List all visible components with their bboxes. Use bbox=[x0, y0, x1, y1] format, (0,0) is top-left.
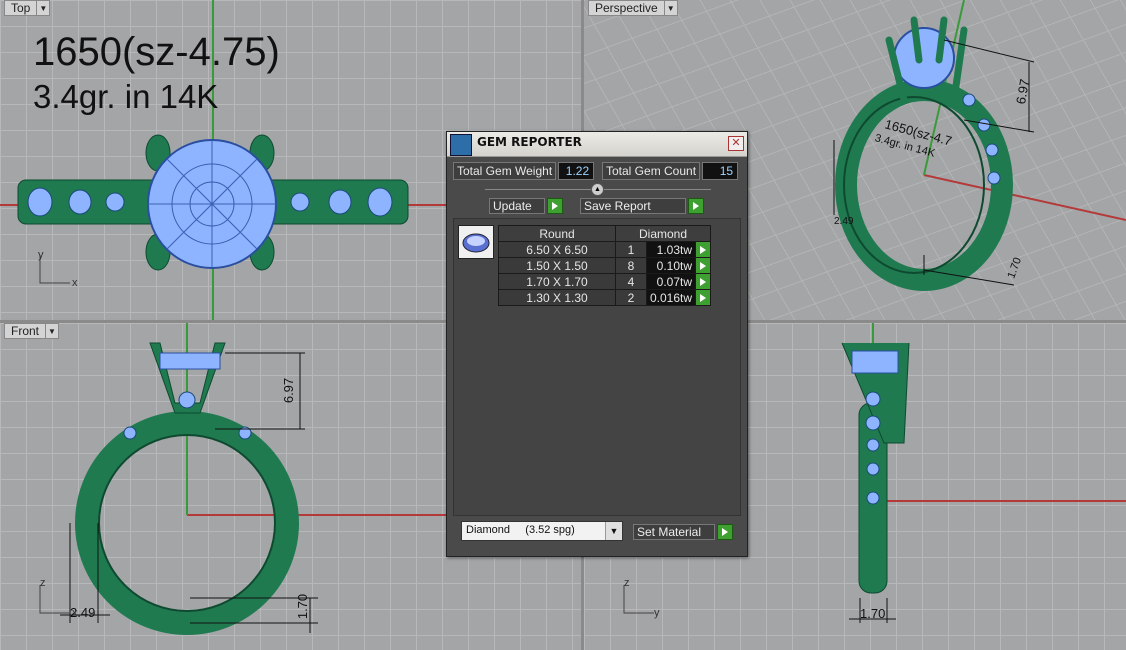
play-icon[interactable] bbox=[688, 198, 704, 214]
table-row[interactable]: 1.70 X 1.70 4 0.07tw bbox=[498, 273, 712, 290]
gem-reporter-dialog[interactable]: GEM REPORTER ✕ Total Gem Weight 1.22 Tot… bbox=[446, 131, 748, 557]
total-gem-weight-value: 1.22 bbox=[558, 162, 595, 180]
dialog-title: GEM REPORTER bbox=[477, 135, 582, 149]
chevron-down-icon[interactable]: ▼ bbox=[605, 522, 622, 540]
table-row[interactable]: 1.50 X 1.50 8 0.10tw bbox=[498, 257, 712, 274]
column-header-material: Diamond bbox=[614, 225, 712, 242]
dimension-width: 1.70 bbox=[295, 593, 311, 620]
collapse-icon[interactable]: ▲ bbox=[591, 183, 604, 196]
set-material-button[interactable]: Set Material bbox=[633, 524, 733, 540]
viewport-label-front[interactable]: Front ▼ bbox=[4, 323, 60, 339]
chevron-down-icon[interactable]: ▼ bbox=[46, 323, 60, 339]
dimension-width: 1.70 bbox=[860, 606, 886, 621]
dialog-title-bar[interactable]: GEM REPORTER ✕ bbox=[447, 132, 747, 157]
update-button[interactable]: Update bbox=[489, 198, 563, 214]
total-gem-count-value: 15 bbox=[702, 162, 739, 180]
axis-label-y: y bbox=[654, 607, 660, 619]
play-icon[interactable] bbox=[695, 273, 712, 290]
column-header-shape: Round bbox=[498, 225, 616, 242]
total-gem-weight: Total Gem Weight 1.22 bbox=[453, 162, 595, 180]
gem-list-panel: Round Diamond 6.50 X 6.50 1 1.03tw 1.50 … bbox=[453, 218, 741, 516]
axis-label-z: z bbox=[40, 577, 46, 589]
play-icon[interactable] bbox=[695, 257, 712, 274]
round-gem-thumbnail[interactable] bbox=[458, 225, 494, 259]
table-row[interactable]: 1.30 X 1.30 2 0.016tw bbox=[498, 289, 712, 306]
play-icon[interactable] bbox=[695, 289, 712, 306]
material-select[interactable]: Diamond (3.52 spg) ▼ bbox=[461, 521, 623, 541]
axis-label-z: z bbox=[624, 577, 630, 589]
axis-label-x: x bbox=[72, 607, 78, 619]
axis-label-y: y bbox=[38, 249, 44, 261]
gem-reporter-icon bbox=[450, 134, 472, 156]
play-icon[interactable] bbox=[717, 524, 733, 540]
viewport-label-perspective[interactable]: Perspective ▼ bbox=[588, 0, 678, 16]
table-row[interactable]: 6.50 X 6.50 1 1.03tw bbox=[498, 241, 712, 258]
close-icon[interactable]: ✕ bbox=[728, 136, 744, 151]
dimension-shank: 2.49 bbox=[834, 216, 854, 227]
gem-table: Round Diamond 6.50 X 6.50 1 1.03tw 1.50 … bbox=[498, 225, 712, 306]
play-icon[interactable] bbox=[695, 241, 712, 258]
save-report-button[interactable]: Save Report bbox=[580, 198, 704, 214]
axis-label-x: x bbox=[72, 277, 78, 289]
total-gem-count: Total Gem Count 15 bbox=[602, 162, 739, 180]
play-icon[interactable] bbox=[547, 198, 563, 214]
dimension-height: 6.97 bbox=[281, 377, 297, 404]
chevron-down-icon[interactable]: ▼ bbox=[664, 0, 678, 16]
